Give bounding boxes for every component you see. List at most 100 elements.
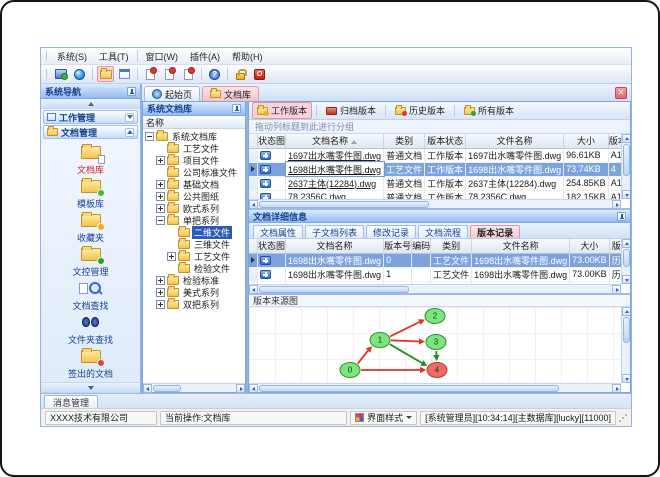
vertical-scrollbar[interactable] <box>621 307 630 383</box>
scroll-thumb[interactable] <box>259 200 429 208</box>
tree-node[interactable]: 公司标准文件 <box>143 165 245 178</box>
expand-icon[interactable] <box>156 299 165 309</box>
menu-item[interactable]: 窗口(W) <box>140 49 185 64</box>
table-row[interactable]: 1698出水嘴零件图.dwg 0 工艺文件 1698出水嘴零件图.dwg 73.00KB… <box>249 253 621 268</box>
tree-column-header[interactable]: 名称 <box>143 116 245 129</box>
folder-open-icon[interactable] <box>97 66 114 82</box>
tree-node[interactable]: 基础文档 <box>143 177 245 190</box>
scroll-thumb[interactable] <box>259 285 409 293</box>
horizontal-scrollbar[interactable] <box>249 383 621 392</box>
scroll-down-button[interactable] <box>621 190 630 199</box>
scroll-right-button[interactable] <box>236 383 245 393</box>
sidebar-item-folder-search[interactable]: 文件夹查找 <box>41 312 140 346</box>
sidebar-item-doc-control[interactable]: 文控管理 <box>41 244 140 278</box>
scroll-left-button[interactable] <box>249 383 258 392</box>
detail-tab[interactable]: 文档流程 <box>418 225 469 238</box>
version-source-graph[interactable]: 0 1 2 3 4 <box>249 307 621 383</box>
horizontal-scrollbar[interactable] <box>249 199 621 208</box>
column-header[interactable]: 类别 <box>430 239 473 254</box>
vertical-scrollbar[interactable] <box>621 239 630 284</box>
globe-icon[interactable] <box>71 66 88 82</box>
collapse-icon[interactable] <box>145 131 154 141</box>
help-icon[interactable]: ? <box>206 66 223 82</box>
detail-tab[interactable]: 文档属性 <box>253 225 304 238</box>
scroll-right-button[interactable] <box>612 284 621 293</box>
scroll-up-button[interactable] <box>621 134 630 143</box>
work-version-button[interactable]: 工作版本 <box>252 102 313 119</box>
expand-icon[interactable] <box>156 179 165 189</box>
exit-icon[interactable]: O <box>251 66 268 82</box>
sidebar-item-favorites[interactable]: 收藏夹 <box>41 210 140 244</box>
tab-message-management[interactable]: 消息管理 <box>44 395 99 408</box>
scroll-right-button[interactable] <box>612 199 621 208</box>
column-header[interactable]: 大小 <box>563 134 609 149</box>
sidebar-item-checkout[interactable]: 签出的文档 <box>41 346 140 380</box>
column-header[interactable]: 状态图 <box>257 239 287 254</box>
doc-remove-icon[interactable] <box>180 66 197 82</box>
column-header[interactable]: 版本号 <box>383 239 413 254</box>
pin-icon[interactable] <box>232 104 241 113</box>
tree-node[interactable]: 二维文件 <box>143 225 245 239</box>
tree-node[interactable]: 系统文档库 <box>143 129 245 142</box>
tree-node[interactable]: 公共图纸 <box>143 189 245 202</box>
column-header[interactable]: 版本号 <box>608 134 621 149</box>
scroll-down-button[interactable] <box>621 275 630 284</box>
tree-node[interactable]: 美式系列 <box>143 285 245 298</box>
scroll-thumb[interactable] <box>622 249 630 267</box>
sidebar-item-library[interactable]: 文档库 <box>41 142 140 176</box>
pin-icon[interactable] <box>617 211 626 221</box>
ui-style-button[interactable]: 界面样式 <box>350 410 418 425</box>
tree-node[interactable]: 工艺文件 <box>143 141 245 154</box>
column-header[interactable]: 大小 <box>569 239 610 254</box>
schedule-icon[interactable] <box>116 66 133 82</box>
resize-grip[interactable] <box>619 413 627 422</box>
tree-node[interactable]: 三维文件 <box>143 237 245 250</box>
menu-item[interactable]: 工具(T) <box>93 49 135 64</box>
history-version-button[interactable]: 历史版本 <box>390 102 450 119</box>
expand-icon[interactable] <box>156 155 165 165</box>
tree-node[interactable]: 检验文件 <box>143 261 245 274</box>
tab-active[interactable]: 文档库 <box>202 86 260 101</box>
menu-item[interactable]: 系统(S) <box>51 49 93 64</box>
horizontal-scrollbar[interactable] <box>249 284 621 293</box>
column-header[interactable]: 文档名称 <box>285 134 385 149</box>
detail-tab[interactable]: 子文档列表 <box>305 225 365 238</box>
doc-add-icon[interactable] <box>142 66 159 82</box>
table-row[interactable]: 2637主体(12284).dwg 普通文档 工作版本 2637主体(12284).d… <box>249 176 621 191</box>
tab-inactive[interactable]: 起始页 <box>144 86 201 101</box>
expand-icon[interactable] <box>167 251 176 261</box>
doc-edit-icon[interactable] <box>161 66 178 82</box>
tree-node[interactable]: 双把系列 <box>143 297 245 310</box>
sidebar-scroll-up[interactable] <box>41 99 140 109</box>
tree-node[interactable]: 工艺文件 <box>143 249 245 262</box>
close-tab-button[interactable]: ✕ <box>615 87 627 99</box>
sidebar-group-expanded[interactable]: 文档管理 <box>43 125 138 139</box>
expand-icon[interactable] <box>156 203 165 213</box>
lock-icon[interactable] <box>232 66 249 82</box>
scroll-left-button[interactable] <box>143 383 152 393</box>
chevron-down-icon[interactable] <box>125 112 134 122</box>
tree-node[interactable]: 项目文件 <box>143 153 245 166</box>
all-version-button[interactable]: 所有版本 <box>459 102 519 119</box>
vertical-scrollbar[interactable] <box>621 134 630 199</box>
menu-item[interactable]: 插件(A) <box>184 49 226 64</box>
scroll-thumb[interactable] <box>259 384 559 392</box>
scroll-left-button[interactable] <box>249 284 258 293</box>
scroll-down-button[interactable] <box>621 374 630 383</box>
sidebar-group-collapsed[interactable]: 工作管理 <box>43 110 138 124</box>
tree-node[interactable]: 欧式系列 <box>143 201 245 214</box>
monitor-icon[interactable] <box>52 66 69 82</box>
table-row[interactable]: 1697出水嘴零件图.dwg 普通文档 工作版本 1697出水嘴零件图.dwg 96.6… <box>249 148 621 163</box>
scroll-right-button[interactable] <box>612 383 621 392</box>
sidebar-item-doc-search[interactable]: 文档查找 <box>41 278 140 312</box>
table-row[interactable]: 1698出水嘴零件图.dwg 1 工艺文件 1698出水嘴零件图.dwg 73.00KB… <box>249 267 621 282</box>
collapse-icon[interactable] <box>156 215 165 225</box>
tree-node[interactable]: 单把系列 <box>143 213 245 226</box>
scroll-thumb[interactable] <box>153 384 181 392</box>
detail-tab[interactable]: 版本记录 <box>470 225 521 238</box>
table-row[interactable]: 1698出水嘴零件图.dwg 工艺文件 工作版本 1698出水嘴零件图.dwg 73.7… <box>249 161 621 177</box>
scroll-thumb[interactable] <box>622 144 630 176</box>
chevron-up-icon[interactable] <box>125 127 134 137</box>
scroll-thumb[interactable] <box>622 317 630 343</box>
column-header[interactable]: 版本状态 <box>609 239 621 254</box>
